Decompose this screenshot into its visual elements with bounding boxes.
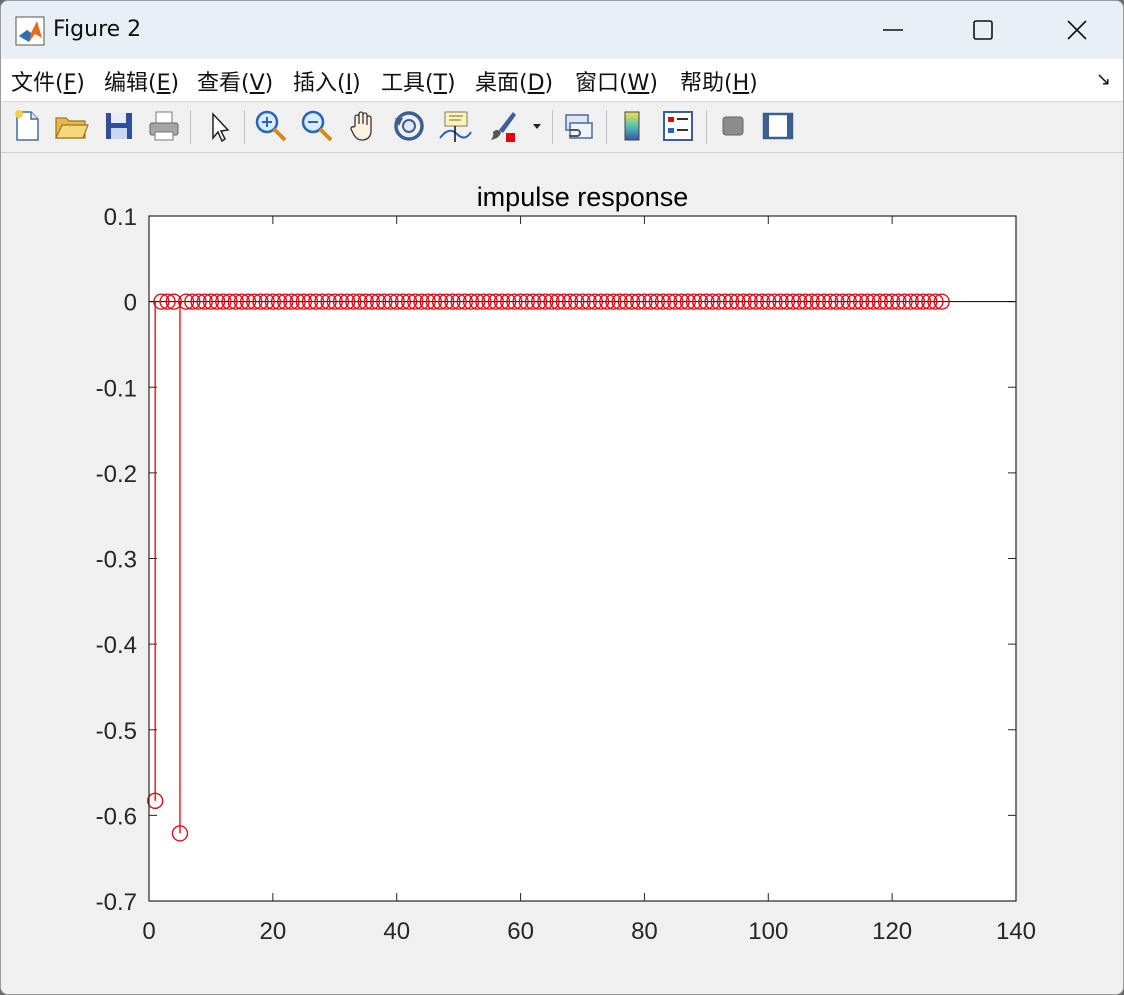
zoom-out-icon: [301, 110, 333, 142]
save-button[interactable]: [101, 108, 137, 144]
minimize-button[interactable]: [847, 1, 939, 59]
axes-background: [149, 216, 1016, 901]
edit-plot-button[interactable]: [201, 108, 237, 144]
x-tick-label: 100: [748, 918, 788, 945]
y-tick-label: -0.5: [96, 718, 137, 745]
hide-plot-tools-icon: [722, 116, 744, 136]
x-tick-label: 60: [507, 918, 534, 945]
figure-window: Figure 2 文件(F) 编辑(E) 查看(V) 插入(I) 工具(T) 桌…: [0, 0, 1124, 995]
pan-hand-icon: [350, 111, 372, 141]
menu-tools[interactable]: 工具(T): [381, 65, 456, 97]
close-icon: [1067, 20, 1087, 40]
x-tick-label: 20: [260, 918, 287, 945]
pan-button[interactable]: [346, 108, 382, 144]
y-tick-label: 0.1: [104, 204, 137, 231]
colorbar-icon: [624, 111, 640, 141]
toolbar-separator: [244, 110, 245, 144]
maximize-button[interactable]: [937, 1, 1029, 59]
menu-bar: 文件(F) 编辑(E) 查看(V) 插入(I) 工具(T) 桌面(D) 窗口(W…: [1, 59, 1123, 102]
y-tick-label: -0.2: [96, 461, 137, 488]
print-button[interactable]: [146, 108, 182, 144]
insert-colorbar-button[interactable]: [615, 108, 651, 144]
zoom-in-icon: [255, 110, 287, 142]
toolbar-separator: [190, 110, 191, 144]
close-button[interactable]: [1031, 1, 1123, 59]
toolbar-separator: [706, 110, 707, 144]
brush-dropdown-button[interactable]: [529, 108, 545, 144]
new-figure-button[interactable]: [9, 108, 45, 144]
window-title: Figure 2: [53, 17, 142, 42]
brush-icon: [491, 112, 516, 142]
edit-plot-arrow-icon: [212, 112, 230, 143]
rotate-3d-icon: [394, 111, 424, 141]
link-plot-icon: [565, 114, 593, 139]
menu-insert[interactable]: 插入(I): [293, 65, 361, 97]
data-cursor-button[interactable]: [437, 108, 473, 144]
minimize-icon: [883, 29, 903, 31]
rotate-3d-button[interactable]: [391, 108, 427, 144]
x-tick-label: 0: [142, 918, 155, 945]
y-tick-label: 0: [124, 290, 137, 317]
new-figure-icon: [15, 110, 39, 141]
insert-legend-button[interactable]: [660, 108, 696, 144]
menu-help[interactable]: 帮助(H): [680, 65, 758, 97]
y-tick-label: -0.4: [96, 632, 137, 659]
x-tick-label: 40: [383, 918, 410, 945]
x-tick-label: 140: [996, 918, 1036, 945]
y-tick-label: -0.6: [96, 803, 137, 830]
menu-desktop[interactable]: 桌面(D): [475, 65, 553, 97]
menu-window[interactable]: 窗口(W): [575, 65, 658, 97]
title-bar[interactable]: Figure 2: [1, 1, 1123, 59]
maximize-icon: [973, 20, 993, 40]
open-file-icon: [55, 117, 89, 139]
y-tick-label: -0.1: [96, 375, 137, 402]
show-plot-tools-button[interactable]: [760, 108, 796, 144]
toolbar-separator: [606, 110, 607, 144]
menu-view[interactable]: 查看(V): [197, 65, 273, 97]
save-icon: [106, 113, 132, 139]
menu-file[interactable]: 文件(F): [11, 65, 85, 97]
chevron-down-icon: [533, 124, 541, 129]
figure-toolbar: [1, 102, 1123, 153]
dock-arrow-icon[interactable]: ↘: [1096, 69, 1111, 90]
axes-plot[interactable]: 0 20 40 60 80 100 120 140 0.1 0 -0.1 -0.2 -0.3 -0.4 -0…: [1, 153, 1123, 994]
hide-plot-tools-button[interactable]: [715, 108, 751, 144]
data-cursor-icon: [439, 111, 472, 142]
matlab-logo-icon: [15, 16, 45, 46]
zoom-out-button[interactable]: [299, 108, 335, 144]
legend-icon: [663, 111, 693, 141]
plot-title: impulse response: [477, 182, 689, 212]
menu-edit[interactable]: 编辑(E): [104, 65, 179, 97]
open-file-button[interactable]: [53, 108, 89, 144]
y-tick-label: -0.7: [96, 889, 137, 916]
x-tick-label: 80: [631, 918, 658, 945]
zoom-in-button[interactable]: [253, 108, 289, 144]
toolbar-separator: [552, 110, 553, 144]
y-tick-label: -0.3: [96, 547, 137, 574]
x-tick-label: 120: [872, 918, 912, 945]
print-icon: [149, 111, 179, 141]
show-plot-tools-icon: [762, 112, 794, 140]
link-plot-button[interactable]: [561, 108, 597, 144]
figure-canvas[interactable]: 0 20 40 60 80 100 120 140 0.1 0 -0.1 -0.2 -0.3 -0.4 -0…: [1, 153, 1123, 994]
brush-button[interactable]: [485, 108, 521, 144]
